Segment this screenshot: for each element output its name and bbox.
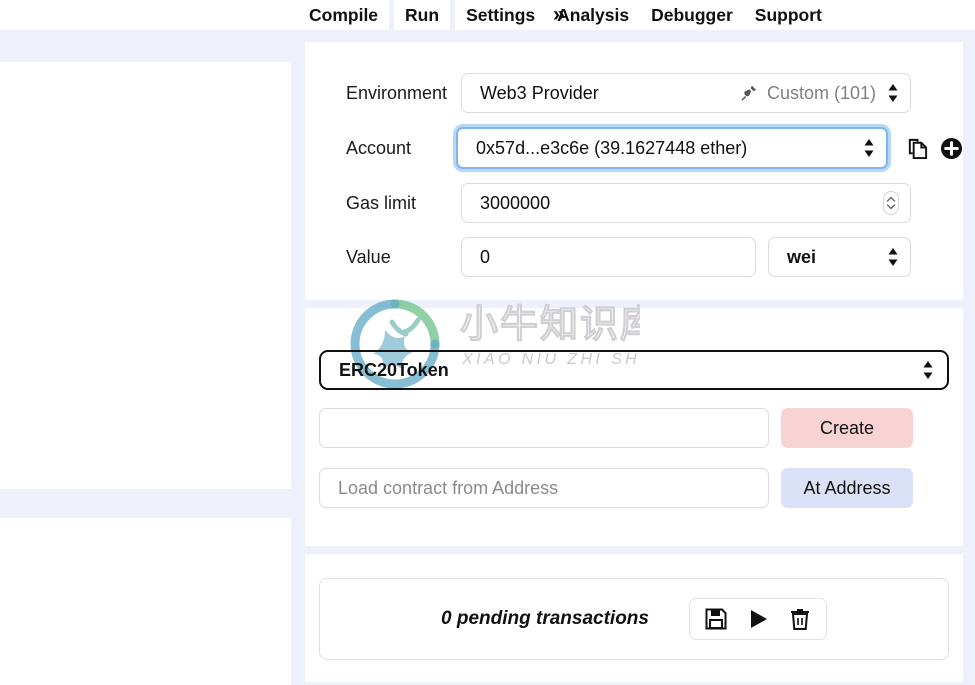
- copy-icon[interactable]: [906, 137, 929, 160]
- plus-circle-icon[interactable]: [940, 137, 963, 160]
- deploy-panel: ERC20Token Create Load contract from Add…: [305, 308, 963, 546]
- account-actions: [906, 137, 963, 160]
- at-address-placeholder: Load contract from Address: [338, 477, 559, 498]
- value-row: Value 0 wei: [305, 234, 963, 280]
- plug-icon: [738, 83, 760, 103]
- pending-transactions-text: 0 pending transactions: [441, 608, 649, 629]
- create-button[interactable]: Create: [781, 408, 913, 448]
- run-settings-panel: Environment Web3 Provider Custom (101) A…: [305, 42, 963, 300]
- environment-dropdown-arrows[interactable]: [886, 80, 900, 106]
- play-icon[interactable]: [746, 607, 770, 631]
- tab-settings[interactable]: Settings: [455, 0, 546, 30]
- account-label: Account: [346, 137, 412, 158]
- left-column: [0, 0, 291, 685]
- at-address-row: Load contract from Address At Address: [319, 468, 913, 508]
- value-unit-arrows[interactable]: [886, 244, 900, 270]
- run-tab-content: Environment Web3 Provider Custom (101) A…: [291, 30, 975, 685]
- gas-limit-value: 3000000: [480, 192, 551, 213]
- left-panel-top: [0, 0, 291, 30]
- value-unit: wei: [787, 246, 817, 267]
- tab-debugger[interactable]: Debugger: [640, 0, 744, 30]
- tab-support[interactable]: Support: [744, 0, 833, 30]
- environment-select[interactable]: Web3 Provider Custom (101): [461, 73, 911, 113]
- account-dropdown-arrows[interactable]: [862, 135, 876, 161]
- remix-run-tab-screen: » Compile Run Settings Analysis Debugger…: [0, 0, 975, 685]
- environment-row: Environment Web3 Provider Custom (101): [305, 70, 963, 116]
- account-value: 0x57d...e3c6e (39.1627448 ether): [476, 137, 748, 158]
- constructor-args-input[interactable]: [319, 408, 769, 448]
- value-amount: 0: [480, 246, 491, 267]
- contract-select[interactable]: ERC20Token: [319, 350, 949, 390]
- at-address-input[interactable]: Load contract from Address: [319, 468, 769, 508]
- main-tab-bar: » Compile Run Settings Analysis Debugger…: [291, 0, 975, 30]
- transaction-actions-group: [688, 598, 827, 640]
- account-row: Account 0x57d...e3c6e (39.1627448 ether): [305, 125, 963, 171]
- account-select[interactable]: 0x57d...e3c6e (39.1627448 ether): [456, 127, 888, 169]
- at-address-button[interactable]: At Address: [781, 468, 913, 508]
- trash-icon[interactable]: [788, 607, 812, 631]
- environment-value: Web3 Provider: [480, 82, 599, 103]
- gas-limit-input[interactable]: 3000000: [461, 183, 911, 223]
- expand-panel-icon[interactable]: »: [553, 2, 565, 28]
- pending-transactions-box: 0 pending transactions: [319, 578, 949, 660]
- contract-dropdown-arrows[interactable]: [921, 357, 935, 383]
- tab-run[interactable]: Run: [394, 0, 450, 30]
- create-row: Create: [319, 408, 913, 448]
- gas-limit-row: Gas limit 3000000: [305, 180, 963, 226]
- gas-limit-label: Gas limit: [346, 192, 417, 213]
- pending-transactions-panel: 0 pending transactions: [305, 554, 963, 682]
- tab-compile[interactable]: Compile: [298, 0, 389, 30]
- environment-label: Environment: [346, 82, 448, 103]
- left-panel-middle: [0, 62, 291, 489]
- value-input[interactable]: 0: [461, 237, 756, 277]
- floppy-disk-icon[interactable]: [704, 607, 728, 631]
- left-panel-bottom: [0, 518, 291, 685]
- gas-limit-stepper[interactable]: [882, 190, 900, 216]
- value-label: Value: [346, 246, 391, 267]
- value-unit-select[interactable]: wei: [768, 237, 911, 277]
- contract-name: ERC20Token: [339, 359, 449, 380]
- environment-network: Custom (101): [766, 82, 876, 103]
